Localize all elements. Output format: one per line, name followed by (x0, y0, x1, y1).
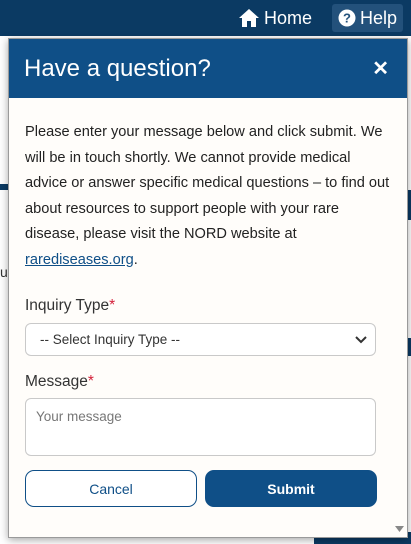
background-top-bar: Home ? Help (0, 0, 411, 36)
button-row: Cancel Submit (25, 470, 391, 507)
modal-body: Please enter your message below and clic… (9, 98, 407, 537)
intro-paragraph: Please enter your message below and clic… (25, 120, 391, 273)
rarediseases-link[interactable]: rarediseases.org (25, 252, 134, 268)
scroll-down-icon[interactable] (395, 526, 404, 533)
question-circle-icon: ? (338, 9, 356, 27)
required-marker: * (87, 373, 94, 390)
background-text-fragment: u (0, 264, 8, 280)
inquiry-type-select[interactable]: -- Select Inquiry Type -- (25, 323, 376, 356)
modal-header: Have a question? ✕ (9, 39, 407, 98)
message-placeholder: Your message (36, 409, 122, 424)
close-icon[interactable]: ✕ (372, 59, 389, 79)
nav-home[interactable]: Home (232, 4, 318, 32)
submit-button[interactable]: Submit (205, 470, 377, 507)
nav-help[interactable]: ? Help (332, 4, 404, 32)
message-label-text: Message (25, 373, 88, 390)
message-textarea[interactable]: Your message (25, 398, 376, 456)
home-icon (239, 9, 259, 27)
required-marker: * (109, 297, 116, 314)
inquiry-type-label: Inquiry Type* (25, 297, 391, 315)
cancel-button[interactable]: Cancel (25, 470, 197, 507)
question-modal: Have a question? ✕ Please enter your mes… (8, 38, 408, 538)
nav-help-label: Help (360, 7, 398, 28)
svg-text:?: ? (343, 11, 351, 26)
intro-text: Please enter your message below and clic… (25, 124, 390, 242)
intro-end: . (133, 251, 138, 268)
inquiry-type-selected: -- Select Inquiry Type -- (40, 332, 181, 347)
modal-title: Have a question? (24, 54, 211, 82)
message-label: Message* (25, 373, 391, 391)
nav-home-label: Home (264, 7, 313, 28)
chevron-down-icon (355, 335, 367, 343)
inquiry-type-label-text: Inquiry Type (25, 297, 110, 314)
